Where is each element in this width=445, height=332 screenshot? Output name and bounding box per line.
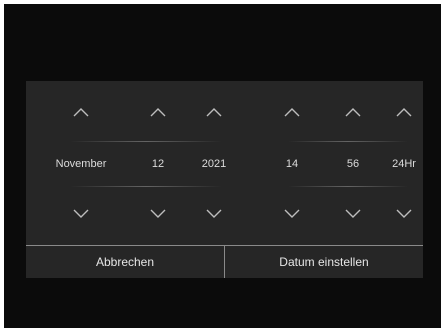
month-up-button[interactable] [66, 101, 96, 123]
chevron-up-icon [73, 108, 89, 117]
hour-down-button[interactable] [277, 203, 307, 225]
cancel-button[interactable]: Abbrechen [26, 246, 225, 278]
chevron-up-icon [396, 108, 412, 117]
minute-up-button[interactable] [338, 101, 368, 123]
chevron-down-icon [150, 209, 166, 218]
chevron-down-icon [345, 209, 361, 218]
chevron-up-icon [150, 108, 166, 117]
year-up-button[interactable] [199, 101, 229, 123]
chevron-down-icon [73, 209, 89, 218]
format-column: 24Hr [374, 81, 434, 245]
hour-up-button[interactable] [277, 101, 307, 123]
chevron-up-icon [345, 108, 361, 117]
minute-down-button[interactable] [338, 203, 368, 225]
date-time-picker: November 12 2021 14 56 24Hr [26, 81, 423, 245]
date-time-dialog: November 12 2021 14 56 24Hr Abbrechen Da… [26, 81, 423, 278]
year-down-button[interactable] [199, 203, 229, 225]
format-value[interactable]: 24Hr [354, 157, 441, 171]
chevron-up-icon [284, 108, 300, 117]
chevron-down-icon [284, 209, 300, 218]
screen: November 12 2021 14 56 24Hr Abbrechen Da… [4, 4, 441, 328]
month-down-button[interactable] [66, 203, 96, 225]
month-column: November [51, 81, 111, 245]
set-date-button[interactable]: Datum einstellen [225, 246, 423, 278]
chevron-down-icon [206, 209, 222, 218]
year-column: 2021 [184, 81, 244, 245]
chevron-down-icon [396, 209, 412, 218]
format-down-button[interactable] [389, 203, 419, 225]
day-down-button[interactable] [143, 203, 173, 225]
dialog-button-bar: Abbrechen Datum einstellen [26, 245, 423, 278]
day-up-button[interactable] [143, 101, 173, 123]
chevron-up-icon [206, 108, 222, 117]
format-up-button[interactable] [389, 101, 419, 123]
